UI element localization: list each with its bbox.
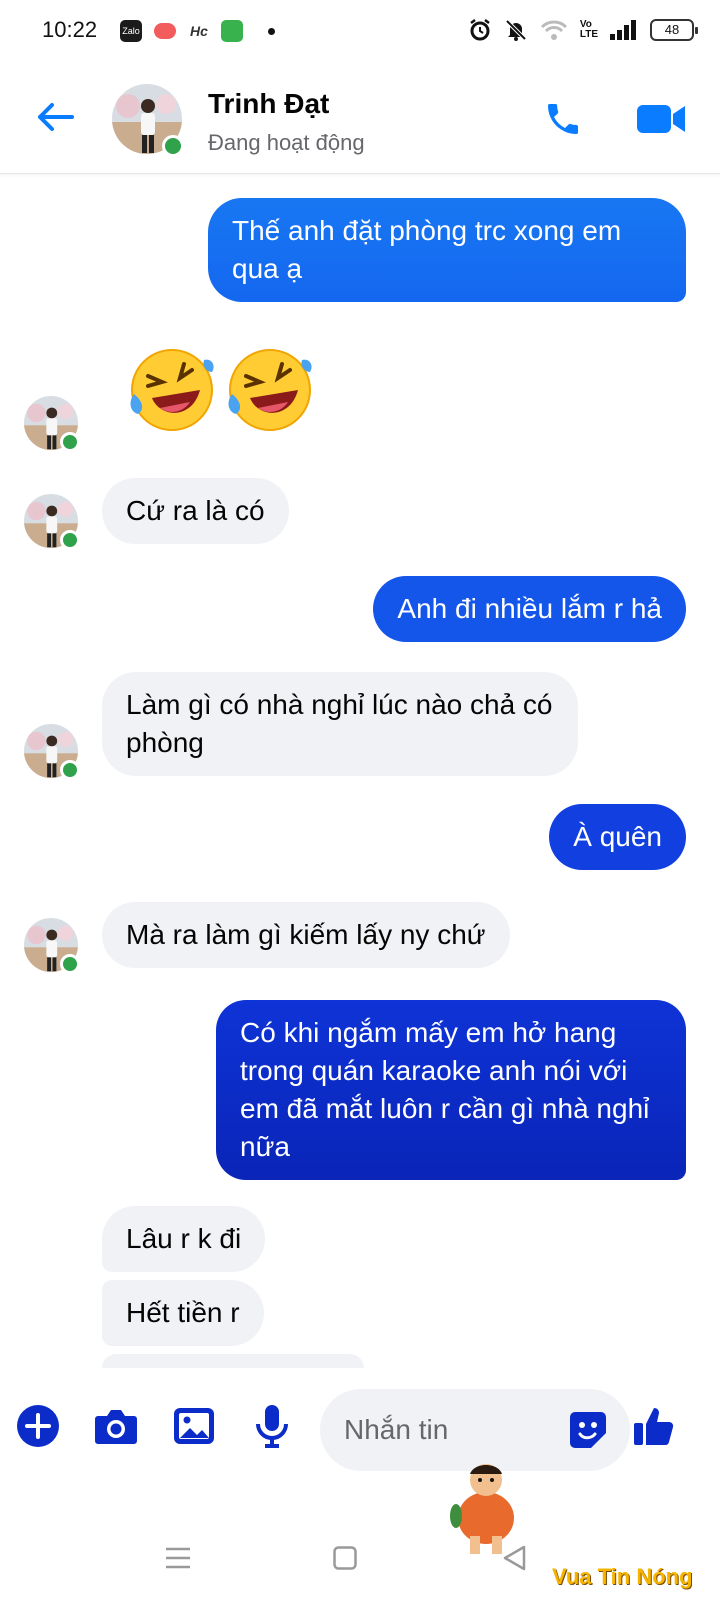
video-camera-icon (637, 105, 685, 133)
like-button[interactable] (630, 1402, 678, 1450)
online-indicator (60, 760, 80, 780)
watermark-mascot-icon (450, 1464, 514, 1554)
message-bubble-outgoing[interactable]: Thế anh đặt phòng trc xong em qua ạ (208, 198, 686, 302)
menu-lines-icon (166, 1547, 190, 1569)
app-icon: Hc (190, 23, 208, 39)
rolling-laughing-emoji-icon (130, 349, 214, 431)
back-button[interactable] (30, 92, 80, 142)
watermark-text: Vua Tin Nóng (552, 1564, 693, 1589)
sender-avatar[interactable] (24, 396, 80, 452)
online-indicator (60, 432, 80, 452)
sticker-smile-icon (570, 1412, 606, 1448)
plus-circle-icon (17, 1405, 59, 1447)
sticker-button[interactable] (568, 1410, 608, 1450)
wifi-icon (540, 20, 567, 40)
online-indicator (60, 530, 80, 550)
phone-icon (548, 104, 578, 134)
message-bubble-incoming[interactable]: Lâu r k đi (102, 1206, 266, 1272)
arrow-left-icon (38, 103, 74, 131)
sender-avatar[interactable] (24, 724, 80, 780)
gallery-button[interactable] (170, 1402, 218, 1450)
active-status: Đang hoạt động (208, 130, 365, 155)
message-bubble-outgoing[interactable]: Có khi ngắm mấy em hở hang trong quán ka… (216, 1000, 686, 1180)
message-composer (0, 1380, 720, 1480)
zalo-icon: Zalo (120, 20, 142, 42)
status-time: 10:22 (42, 17, 98, 42)
message-bubble-incoming-partial (102, 1354, 364, 1368)
sender-avatar[interactable] (24, 918, 80, 974)
thumbs-up-icon (634, 1408, 674, 1446)
online-indicator (60, 954, 80, 974)
status-bar: 10:22 Zalo Hc Vo LTE 48 (0, 0, 720, 62)
chat-header: Trinh Đạt Đang hoạt động (0, 62, 720, 174)
signal-icon (610, 20, 636, 40)
battery-icon: 48 (650, 19, 698, 41)
contact-name[interactable]: Trinh Đạt (208, 88, 329, 120)
camera-button[interactable] (92, 1402, 140, 1450)
message-bubble-incoming[interactable]: Cứ ra là có (102, 478, 289, 544)
add-button[interactable] (14, 1402, 62, 1450)
online-indicator (162, 135, 184, 157)
store-icon (221, 20, 243, 42)
alarm-icon (470, 19, 490, 41)
sender-avatar[interactable] (24, 494, 80, 550)
voice-call-button[interactable] (540, 96, 586, 142)
voice-record-button[interactable] (248, 1402, 296, 1450)
dot-icon (268, 28, 275, 35)
video-call-button[interactable] (635, 96, 687, 142)
image-icon (174, 1408, 214, 1444)
microphone-icon (256, 1405, 288, 1448)
rolling-laughing-emoji-icon (228, 349, 312, 431)
message-bubble-outgoing[interactable]: À quên (549, 804, 686, 870)
mute-icon (505, 19, 527, 41)
emoji-message[interactable]: 😂😂 (128, 346, 318, 438)
message-bubble-incoming[interactable]: Hết tiền r (102, 1280, 264, 1346)
system-nav-bar (0, 1500, 720, 1612)
recent-apps-button[interactable] (158, 1538, 198, 1578)
volte-icon: Vo LTE (579, 19, 598, 40)
home-button[interactable] (325, 1538, 365, 1578)
message-bubble-outgoing[interactable]: Anh đi nhiều lắm r hả (373, 576, 686, 642)
game-icon (154, 23, 176, 39)
camera-icon (95, 1410, 137, 1444)
message-bubble-incoming[interactable]: Mà ra làm gì kiếm lấy ny chứ (102, 902, 510, 968)
message-bubble-incoming[interactable]: Làm gì có nhà nghỉ lúc nào chả có phòng (102, 672, 578, 776)
square-icon (333, 1546, 357, 1570)
